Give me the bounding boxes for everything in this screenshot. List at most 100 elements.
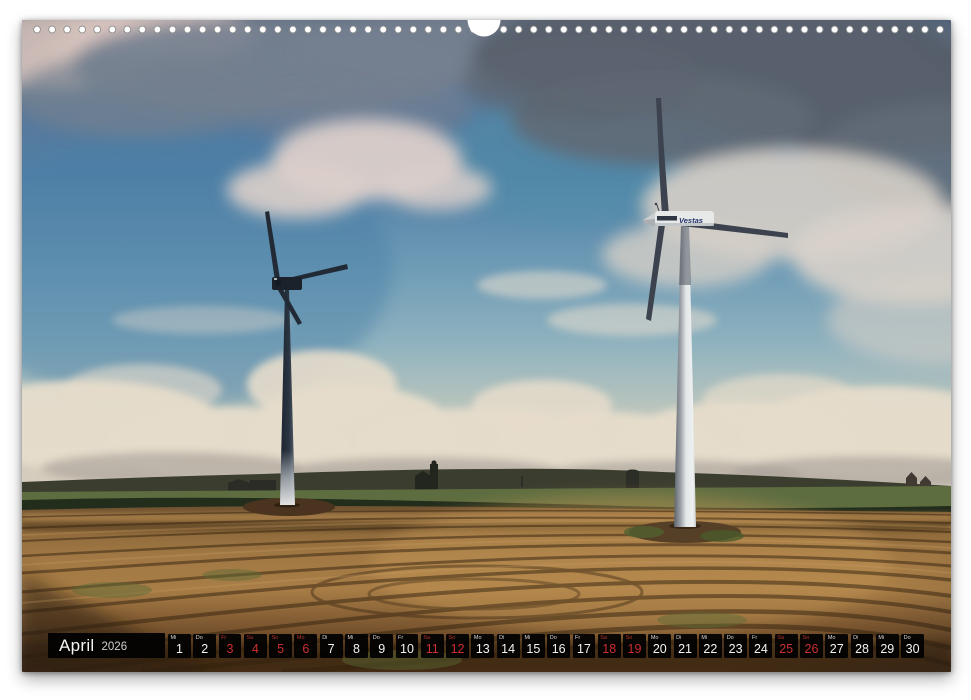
day-number: 24 xyxy=(749,642,772,656)
day-tile: Fr 17 xyxy=(573,634,596,658)
day-tile: Mi 8 xyxy=(345,634,368,658)
day-tile: Fr 24 xyxy=(749,634,772,658)
weekday-label: Sa xyxy=(246,635,253,641)
weekday-label: Sa xyxy=(600,635,607,641)
weekday-label: Mi xyxy=(524,635,530,641)
day-number: 6 xyxy=(294,642,317,656)
day-tile: Di 21 xyxy=(674,634,697,658)
binding-hole xyxy=(666,26,673,33)
binding-hole xyxy=(591,26,598,33)
day-tile: Di 14 xyxy=(497,634,520,658)
day-tile: Mi 22 xyxy=(699,634,722,658)
binding-hole xyxy=(49,26,56,33)
binding-hole xyxy=(696,26,703,33)
binding-hole xyxy=(410,26,417,33)
day-number: 12 xyxy=(446,642,469,656)
binding-hole xyxy=(440,26,447,33)
binding-hole xyxy=(515,26,522,33)
binding-hole xyxy=(425,26,432,33)
weekday-label: Mo xyxy=(651,635,659,641)
binding-hole xyxy=(244,26,251,33)
day-number: 17 xyxy=(573,642,596,656)
year-label: 2026 xyxy=(102,639,128,653)
binding-hole xyxy=(335,26,342,33)
day-number: 18 xyxy=(598,642,621,656)
binding-hole xyxy=(184,26,191,33)
calendar-page: Vestas April 2026 Mi 1 xyxy=(22,20,951,672)
binding-hole xyxy=(681,26,688,33)
weekday-label: Di xyxy=(322,635,327,641)
day-tile: Mo 6 xyxy=(294,634,317,658)
day-tile: Mi 1 xyxy=(168,634,191,658)
day-tile: So 26 xyxy=(800,634,823,658)
day-tile: So 19 xyxy=(623,634,646,658)
day-number: 9 xyxy=(370,642,393,656)
day-number: 27 xyxy=(825,642,848,656)
day-number: 20 xyxy=(648,642,671,656)
day-number: 8 xyxy=(345,642,368,656)
month-box: April 2026 xyxy=(48,633,165,658)
binding-hole xyxy=(500,26,507,33)
day-number: 7 xyxy=(320,642,343,656)
binding-hole xyxy=(320,26,327,33)
binding-hole xyxy=(214,26,221,33)
binding-hole xyxy=(350,26,357,33)
binding-hole xyxy=(395,26,402,33)
binding-hole xyxy=(786,26,793,33)
binding-hole xyxy=(606,26,613,33)
day-number: 30 xyxy=(901,642,924,656)
weekday-label: Mo xyxy=(474,635,482,641)
day-tile: Sa 25 xyxy=(775,634,798,658)
day-tile: Do 23 xyxy=(724,634,747,658)
day-number: 13 xyxy=(471,642,494,656)
weekday-label: Sa xyxy=(777,635,784,641)
calendar-product-shot: Vestas April 2026 Mi 1 xyxy=(0,0,971,700)
weekday-label: Mo xyxy=(828,635,836,641)
weekday-label: Di xyxy=(676,635,681,641)
day-tiles: Mi 1 Do 2 Fr 3 Sa 4 xyxy=(168,634,924,658)
day-tile: Fr 3 xyxy=(219,634,242,658)
day-tile: Mo 13 xyxy=(471,634,494,658)
binding-hole xyxy=(290,26,297,33)
weekday-label: Mi xyxy=(171,635,177,641)
binding-hole xyxy=(560,26,567,33)
day-number: 28 xyxy=(851,642,874,656)
day-tile: Sa 18 xyxy=(598,634,621,658)
day-number: 15 xyxy=(522,642,545,656)
day-number: 14 xyxy=(497,642,520,656)
day-tile: Do 2 xyxy=(193,634,216,658)
weekday-label: Mi xyxy=(347,635,353,641)
binding-hole xyxy=(756,26,763,33)
day-number: 5 xyxy=(269,642,292,656)
day-tile: So 5 xyxy=(269,634,292,658)
weekday-label: So xyxy=(272,635,279,641)
weekday-label: Sa xyxy=(423,635,430,641)
binding-hole xyxy=(380,26,387,33)
weekday-label: Fr xyxy=(221,635,226,641)
binding-hole xyxy=(124,26,131,33)
day-tile: Di 28 xyxy=(851,634,874,658)
weekday-label: Do xyxy=(196,635,203,641)
binding-hole xyxy=(79,26,86,33)
binding-hole xyxy=(726,26,733,33)
day-number: 23 xyxy=(724,642,747,656)
day-number: 19 xyxy=(623,642,646,656)
day-number: 21 xyxy=(674,642,697,656)
binding-hole xyxy=(274,26,281,33)
binding-hole xyxy=(109,26,116,33)
weekday-label: Do xyxy=(904,635,911,641)
binding-hole xyxy=(651,26,658,33)
binding-hole xyxy=(154,26,161,33)
weekday-label: Di xyxy=(853,635,858,641)
day-tile: Mo 27 xyxy=(825,634,848,658)
binding-hole xyxy=(229,26,236,33)
weekday-label: Fr xyxy=(575,635,580,641)
day-tile: Do 9 xyxy=(370,634,393,658)
day-number: 29 xyxy=(876,642,899,656)
calendar-photo: Vestas xyxy=(22,20,951,672)
binding-hole xyxy=(922,26,929,33)
month-label: April xyxy=(59,636,95,656)
binding-hole xyxy=(801,26,808,33)
binding-hole xyxy=(455,26,462,33)
binding-hole xyxy=(741,26,748,33)
